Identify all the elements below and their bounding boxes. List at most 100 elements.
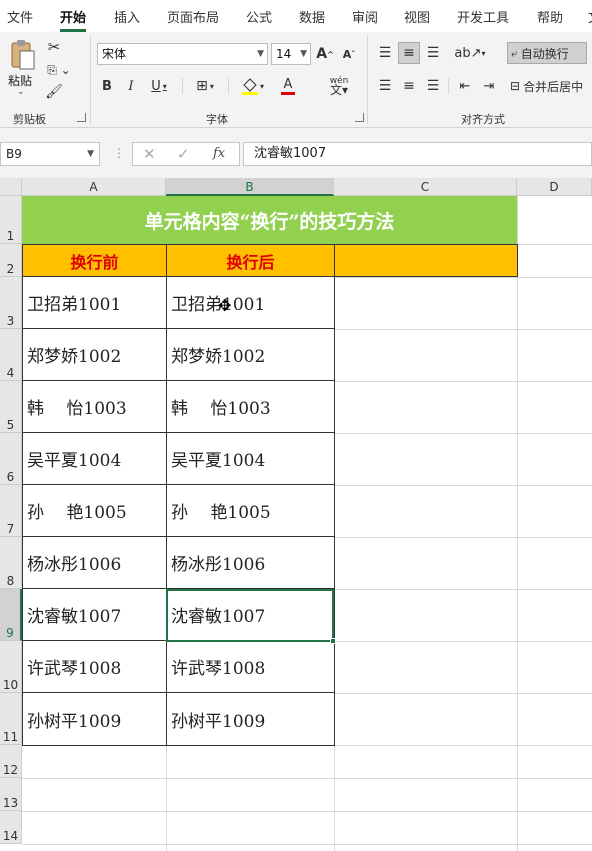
orientation-icon[interactable]: ab↗ ▾ (454, 42, 486, 64)
table-cell[interactable]: 许武琴1008 (166, 641, 334, 693)
table-cell[interactable]: 孙树平1009 (22, 693, 166, 745)
bold-button[interactable]: B (98, 76, 116, 96)
table-cell[interactable]: 韩 怡1003 (22, 381, 166, 433)
italic-button[interactable]: I (122, 76, 140, 96)
row-header[interactable]: 13 (0, 778, 22, 811)
align-middle-icon[interactable]: ≡ (398, 42, 420, 64)
phonetic-guide-icon[interactable]: wén 文▾ (322, 75, 356, 97)
gridline (334, 693, 592, 694)
table-cell[interactable]: 孙 艳1005 (166, 485, 334, 537)
increase-indent-icon[interactable]: ⇥ (478, 76, 500, 96)
row-header[interactable]: 2 (0, 244, 22, 277)
align-center-icon[interactable]: ≡ (398, 76, 420, 96)
font-color-icon[interactable]: A (274, 75, 302, 97)
select-all-corner[interactable] (0, 178, 22, 196)
table-cell[interactable]: 吴平夏1004 (166, 433, 334, 485)
row-header[interactable]: 6 (0, 433, 22, 485)
underline-button[interactable]: U ▾ (146, 76, 172, 96)
tab-view[interactable]: 视图 (404, 7, 430, 27)
tab-home[interactable]: 开始 (60, 7, 87, 32)
cancel-icon[interactable]: ✕ (143, 145, 156, 163)
font-launcher-icon[interactable] (355, 113, 364, 122)
fill-color-icon[interactable]: ▾ (236, 75, 268, 97)
table-cell[interactable]: 郑梦娇1002 (166, 329, 334, 381)
header-cell-after[interactable]: 换行后 (166, 244, 335, 277)
borders-icon[interactable]: ⊞ ▾ (190, 76, 220, 96)
row-header[interactable]: 3 (0, 277, 22, 329)
table-cell[interactable]: 孙 艳1005 (22, 485, 166, 537)
row-header[interactable]: 5 (0, 381, 22, 433)
table-cell[interactable]: 沈睿敏1007 (22, 589, 166, 641)
column-header-c[interactable]: C (334, 178, 517, 196)
merge-center-button[interactable]: ⊟ 合并后居中 (510, 76, 592, 96)
table-cell[interactable]: 吴平夏1004 (22, 433, 166, 485)
row-header[interactable]: 9 (0, 589, 22, 641)
gridline (334, 381, 592, 382)
row-header[interactable]: 4 (0, 329, 22, 381)
row-header[interactable]: 11 (0, 693, 22, 745)
insert-function-icon[interactable]: fx (213, 146, 225, 161)
gridline (334, 329, 592, 330)
paste-icon[interactable] (6, 38, 40, 72)
table-cell[interactable]: 卫招弟1001 (166, 277, 334, 329)
tab-insert[interactable]: 插入 (114, 7, 140, 27)
table-cell[interactable]: 杨冰彤1006 (166, 537, 334, 589)
tab-formulas[interactable]: 公式 (246, 7, 272, 27)
table-cell[interactable]: 卫招弟1001 (22, 277, 166, 329)
decrease-indent-icon[interactable]: ⇤ (454, 76, 476, 96)
more-icon: ⋮ (113, 146, 125, 160)
copy-icon[interactable]: ⎘ ⌄ (44, 61, 74, 79)
table-cell[interactable]: 韩 怡1003 (166, 381, 334, 433)
column-header-a[interactable]: A (22, 178, 166, 196)
fill-handle[interactable] (330, 638, 336, 644)
tab-overflow[interactable]: 文 (588, 7, 592, 27)
font-size-select[interactable]: 14 ▼ (271, 43, 311, 65)
row-header[interactable]: 8 (0, 537, 22, 589)
gridline (22, 811, 592, 812)
header-cell-before[interactable]: 换行前 (22, 244, 167, 277)
enter-icon[interactable]: ✓ (177, 145, 190, 163)
header-cell-empty[interactable] (334, 244, 518, 277)
formula-input[interactable]: 沈睿敏1007 (243, 142, 592, 166)
align-left-icon[interactable]: ☰ (374, 76, 396, 96)
clipboard-launcher-icon[interactable] (77, 113, 86, 122)
tab-data[interactable]: 数据 (299, 7, 325, 27)
table-cell[interactable]: 孙树平1009 (166, 693, 334, 745)
tab-page-layout[interactable]: 页面布局 (167, 7, 219, 27)
sheet-title[interactable]: 单元格内容“换行”的技巧方法 (22, 196, 517, 244)
tab-developer[interactable]: 开发工具 (457, 7, 509, 27)
row-header[interactable]: 12 (0, 745, 22, 778)
alignment-group-label: 对齐方式 (461, 113, 505, 126)
merge-center-icon: ⊟ (510, 79, 521, 93)
column-header-d[interactable]: D (517, 178, 592, 196)
align-bottom-icon[interactable]: ☰ (422, 42, 444, 64)
name-box[interactable]: B9 ▼ (0, 142, 100, 166)
table-cell[interactable]: 郑梦娇1002 (22, 329, 166, 381)
row-header[interactable]: 7 (0, 485, 22, 537)
wrap-text-icon: ⤶ (511, 45, 518, 60)
cursor-icon: ✥ (218, 296, 232, 315)
gridline (334, 433, 592, 434)
wrap-text-button[interactable]: ⤶ 自动换行 (507, 42, 587, 64)
shrink-font-button[interactable]: Aˇ (340, 44, 358, 64)
row-header[interactable]: 1 (0, 196, 22, 244)
tab-help[interactable]: 帮助 (537, 7, 563, 27)
font-group-label: 字体 (206, 113, 228, 126)
tab-review[interactable]: 审阅 (352, 7, 378, 27)
gridline (334, 277, 592, 278)
tab-file[interactable]: 文件 (7, 7, 33, 27)
gridline (334, 641, 592, 642)
table-cell[interactable]: 沈睿敏1007 (166, 589, 334, 641)
format-painter-icon[interactable]: 🖌 (44, 83, 64, 101)
align-top-icon[interactable]: ☰ (374, 42, 396, 64)
row-header[interactable]: 10 (0, 641, 22, 693)
cut-icon[interactable]: ✂ (44, 38, 64, 56)
table-cell[interactable]: 许武琴1008 (22, 641, 166, 693)
align-right-icon[interactable]: ☰ (422, 76, 444, 96)
column-header-b[interactable]: B (166, 178, 334, 196)
grow-font-button[interactable]: A ^ (316, 44, 334, 64)
row-header[interactable]: 14 (0, 811, 22, 844)
table-cell[interactable]: 杨冰彤1006 (22, 537, 166, 589)
paste-dropdown-icon[interactable]: ⌄ (17, 87, 25, 97)
font-name-select[interactable]: 宋体 ▼ (97, 43, 268, 65)
